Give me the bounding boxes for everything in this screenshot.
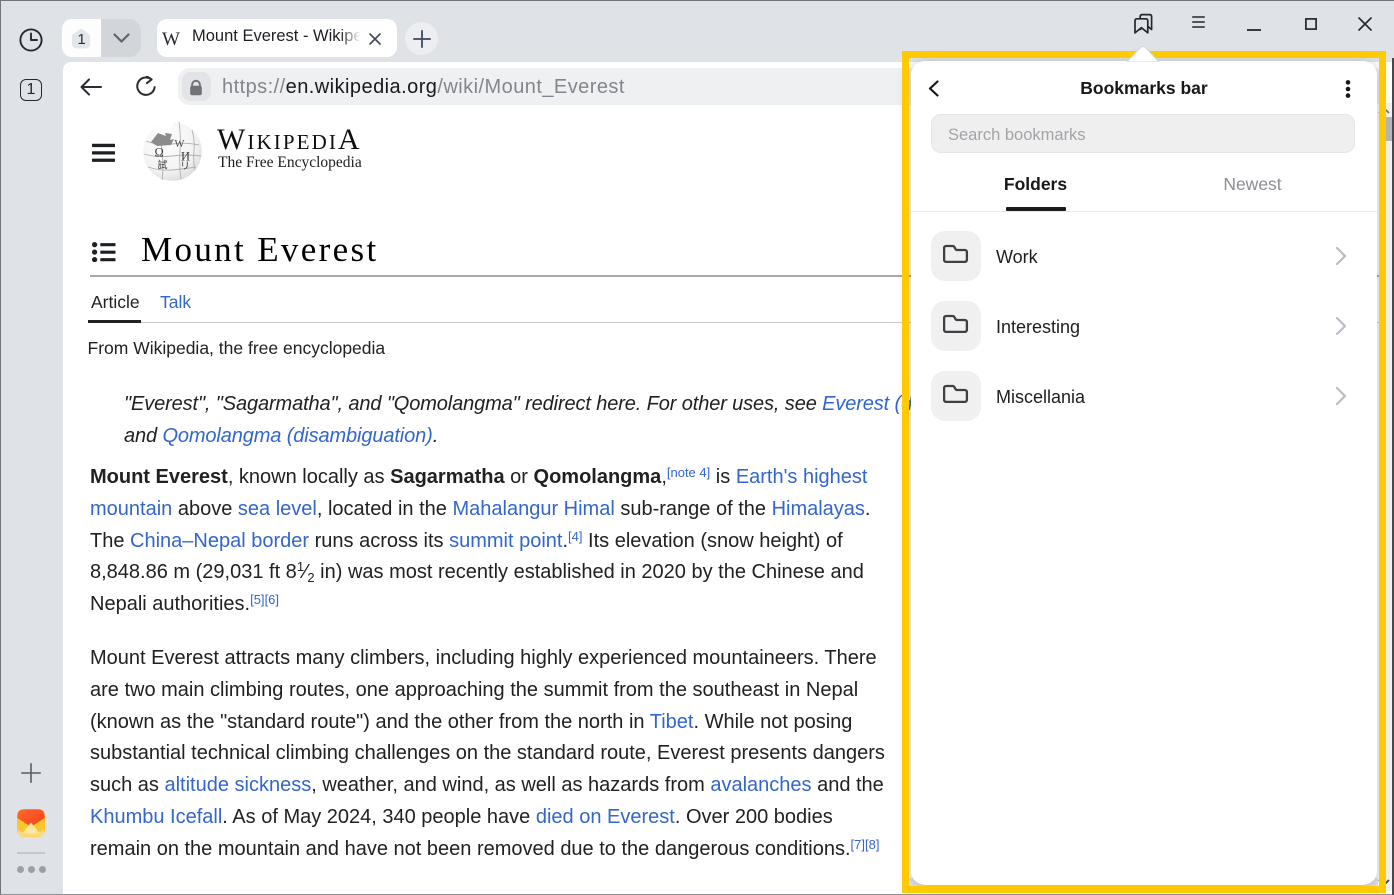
svg-text:Ω: Ω (155, 146, 164, 160)
svg-text:リ: リ (180, 162, 190, 173)
svg-text:W: W (175, 139, 185, 150)
svg-text:1: 1 (77, 31, 85, 48)
svg-text:試: 試 (158, 159, 168, 172)
